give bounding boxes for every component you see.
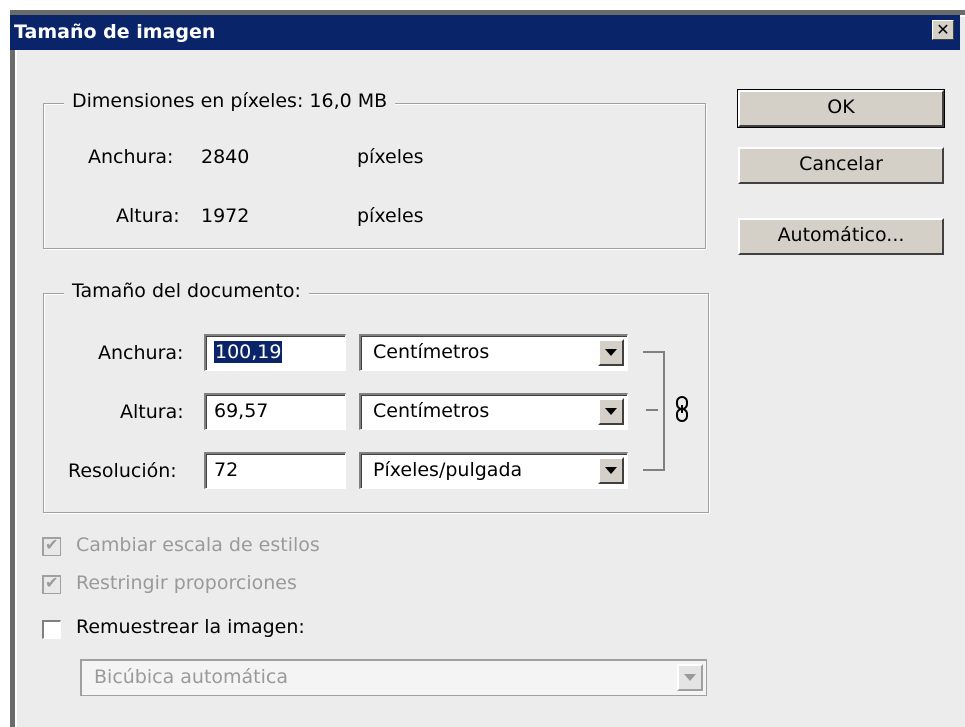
constrain-proportions-label: Restringir proporciones xyxy=(76,572,297,594)
resolution-input[interactable]: 72 xyxy=(204,452,346,489)
chain-link-icon xyxy=(676,396,688,422)
chevron-down-icon[interactable] xyxy=(598,339,624,366)
scale-styles-label: Cambiar escala de estilos xyxy=(76,534,320,556)
auto-button[interactable]: Automático... xyxy=(738,218,944,255)
doc-height-unit: Centímetros xyxy=(373,400,490,422)
resample-method-value: Bicúbica automática xyxy=(94,666,288,688)
pixel-width-unit: píxeles xyxy=(357,146,424,168)
doc-width-unit: Centímetros xyxy=(373,341,490,363)
doc-width-input[interactable]: 100,19 xyxy=(204,334,346,371)
resolution-unit: Píxeles/pulgada xyxy=(373,459,523,481)
doc-width-value: 100,19 xyxy=(214,341,283,363)
dialog-title: Tamaño de imagen xyxy=(14,21,216,43)
pixel-height-label: Altura: xyxy=(116,205,180,227)
chevron-down-icon[interactable] xyxy=(598,398,624,425)
chevron-down-icon[interactable] xyxy=(677,664,703,691)
doc-height-unit-select[interactable]: Centímetros xyxy=(359,393,628,430)
doc-height-label: Altura: xyxy=(120,401,184,423)
chevron-down-icon[interactable] xyxy=(598,457,624,484)
pixel-dimensions-legend: Dimensiones en píxeles: 16,0 MB xyxy=(64,90,396,112)
ok-button[interactable]: OK xyxy=(737,89,945,128)
doc-height-value: 69,57 xyxy=(214,400,269,422)
doc-height-input[interactable]: 69,57 xyxy=(204,393,346,430)
cancel-button[interactable]: Cancelar xyxy=(738,147,944,184)
resample-method-select[interactable]: Bicúbica automática xyxy=(80,659,707,696)
pixel-dimensions-group: Dimensiones en píxeles: 16,0 MB Anchura:… xyxy=(43,90,706,249)
resolution-label: Resolución: xyxy=(68,460,177,482)
title-bar[interactable]: Tamaño de imagen ✕ xyxy=(10,15,960,50)
pixel-width-label: Anchura: xyxy=(88,146,174,168)
resample-label: Remuestrear la imagen: xyxy=(76,616,305,638)
resolution-unit-select[interactable]: Píxeles/pulgada xyxy=(359,452,628,489)
document-size-legend: Tamaño del documento: xyxy=(64,280,309,302)
pixel-width-value: 2840 xyxy=(201,146,250,168)
resample-checkbox[interactable] xyxy=(42,620,61,639)
proportion-bracket xyxy=(643,351,665,471)
doc-width-unit-select[interactable]: Centímetros xyxy=(359,334,628,371)
resolution-value: 72 xyxy=(214,459,239,481)
proportion-bracket-tick xyxy=(646,409,658,411)
checkmark-icon: ✔ xyxy=(45,573,59,592)
pixel-height-value: 1972 xyxy=(201,205,250,227)
pixel-height-unit: píxeles xyxy=(357,205,424,227)
doc-width-label: Anchura: xyxy=(98,342,184,364)
scale-styles-checkbox[interactable]: ✔ xyxy=(42,535,61,556)
constrain-proportions-checkbox[interactable]: ✔ xyxy=(42,573,61,594)
close-icon[interactable]: ✕ xyxy=(932,20,954,40)
checkmark-icon: ✔ xyxy=(45,535,59,554)
